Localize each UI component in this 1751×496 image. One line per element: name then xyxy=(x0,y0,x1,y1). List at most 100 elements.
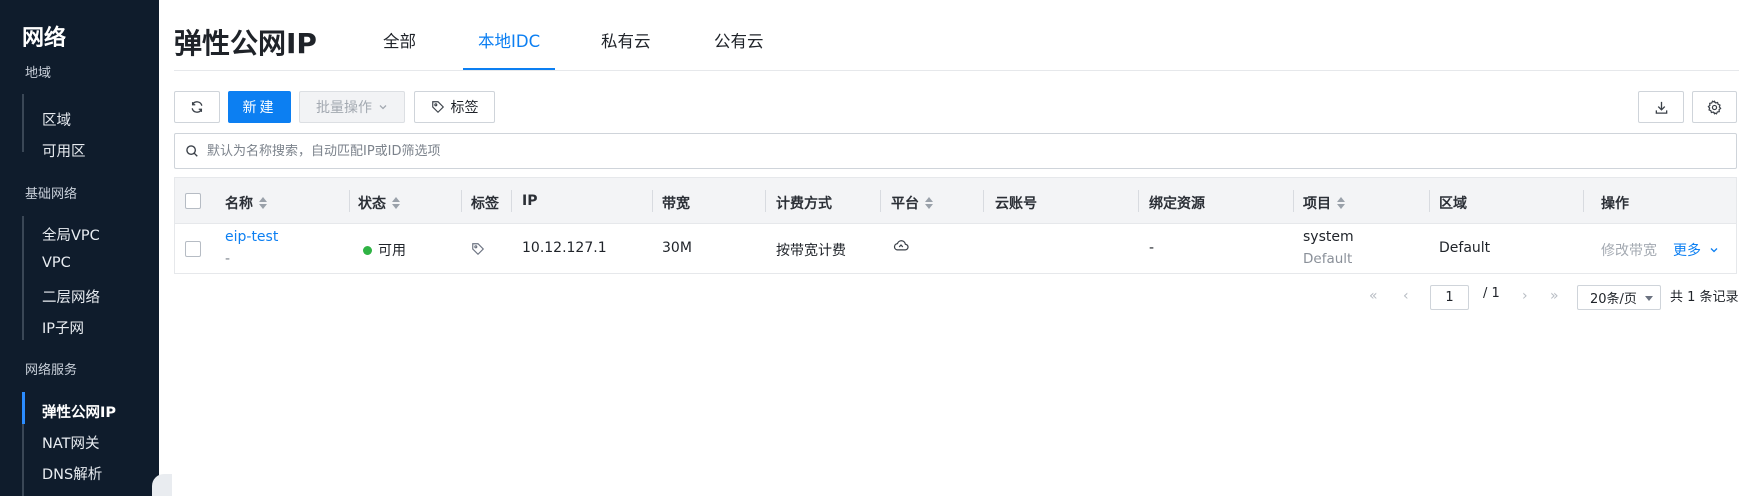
column-bandwidth: 带宽 xyxy=(662,196,690,212)
select-all-checkbox[interactable] xyxy=(185,193,201,209)
total-records: 共 1 条记录 xyxy=(1670,290,1739,305)
column-separator xyxy=(880,190,881,212)
sidebar-item-dns[interactable]: DNS解析 xyxy=(42,463,102,484)
sidebar-item-nat-gateway[interactable]: NAT网关 xyxy=(42,432,100,453)
column-separator xyxy=(1429,190,1430,212)
tab-all[interactable]: 全部 xyxy=(383,28,416,52)
sidebar-item-ip-subnet[interactable]: IP子网 xyxy=(42,317,84,338)
refresh-button[interactable] xyxy=(174,91,220,123)
sidebar-item-zone[interactable]: 区域 xyxy=(42,109,71,130)
column-separator xyxy=(1583,190,1584,212)
column-name-label: 名称 xyxy=(225,196,253,212)
batch-operation-label: 批量操作 xyxy=(316,100,372,116)
tab-private-cloud[interactable]: 私有云 xyxy=(601,28,651,52)
column-cloud-account: 云账号 xyxy=(995,196,1037,212)
column-platform[interactable]: 平台 xyxy=(891,193,933,213)
sidebar-group-basic-network: 基础网络 xyxy=(25,187,78,202)
last-page-icon[interactable]: » xyxy=(1550,288,1559,304)
sidebar-item-global-vpc[interactable]: 全局VPC xyxy=(42,224,100,245)
column-separator xyxy=(461,190,462,212)
column-separator xyxy=(511,190,512,212)
column-tag: 标签 xyxy=(471,196,499,212)
sidebar-collapse-handle[interactable] xyxy=(152,474,172,496)
column-actions: 操作 xyxy=(1601,196,1629,212)
region-cell: Default xyxy=(1439,240,1491,256)
sort-icon[interactable] xyxy=(1337,197,1345,209)
column-name[interactable]: 名称 xyxy=(225,193,267,213)
page-title: 弹性公网IP xyxy=(174,27,317,60)
tab-local-idc[interactable]: 本地IDC xyxy=(478,28,540,52)
cloud-platform-icon xyxy=(893,240,909,256)
chevron-down-icon xyxy=(1709,243,1719,259)
table-header: 名称 状态 标签 IP 带宽 计费方式 平台 云账号 绑定资源 项目 区域 操作 xyxy=(175,178,1736,224)
tag-button-label: 标签 xyxy=(450,100,479,116)
sidebar: 网络 地域 区域 可用区 基础网络 全局VPC VPC 二层网络 IP子网 网络… xyxy=(0,0,159,496)
sidebar-group-region: 地域 xyxy=(25,66,52,81)
settings-button[interactable] xyxy=(1692,91,1737,123)
row-checkbox[interactable] xyxy=(185,241,201,257)
total-pages: / 1 xyxy=(1483,286,1500,301)
sidebar-item-eip[interactable]: 弹性公网IP xyxy=(42,401,116,422)
sidebar-item-availability-zone[interactable]: 可用区 xyxy=(42,140,86,161)
first-page-icon[interactable]: « xyxy=(1369,288,1378,304)
next-page-icon[interactable]: › xyxy=(1522,288,1528,304)
column-separator xyxy=(1138,190,1139,212)
tag-icon xyxy=(431,100,445,114)
page-size-select[interactable]: 20条/页 xyxy=(1577,285,1661,310)
column-separator xyxy=(765,190,766,212)
tag-button[interactable]: 标签 xyxy=(414,91,495,123)
eip-name-link[interactable]: eip-test xyxy=(225,229,278,245)
status-cell: 可用 xyxy=(363,240,406,260)
sidebar-item-vpc[interactable]: VPC xyxy=(42,255,71,271)
modify-bandwidth-action[interactable]: 修改带宽 xyxy=(1601,240,1657,260)
platform-cell xyxy=(893,238,909,256)
sidebar-item-l2-network[interactable]: 二层网络 xyxy=(42,286,100,307)
gear-icon xyxy=(1707,99,1722,115)
column-separator xyxy=(983,190,984,212)
sort-icon[interactable] xyxy=(259,197,267,209)
column-separator xyxy=(652,190,653,212)
download-button[interactable] xyxy=(1638,91,1684,123)
column-region: 区域 xyxy=(1439,196,1467,212)
column-platform-label: 平台 xyxy=(891,196,919,212)
column-project[interactable]: 项目 xyxy=(1303,193,1345,213)
column-project-label: 项目 xyxy=(1303,196,1331,212)
tab-public-cloud[interactable]: 公有云 xyxy=(714,28,764,52)
sidebar-group-line xyxy=(22,216,24,340)
new-button[interactable]: 新建 xyxy=(228,91,291,123)
page-size-label: 20条/页 xyxy=(1590,292,1637,307)
billing-cell: 按带宽计费 xyxy=(776,243,846,259)
chevron-down-icon xyxy=(1645,296,1653,301)
bandwidth-cell: 30M xyxy=(662,240,692,256)
sort-icon[interactable] xyxy=(392,197,400,209)
status-dot-icon xyxy=(363,245,372,255)
search-bar[interactable] xyxy=(174,133,1737,169)
batch-operation-button[interactable]: 批量操作 xyxy=(299,91,405,123)
download-icon xyxy=(1654,100,1669,115)
eip-table: 名称 状态 标签 IP 带宽 计费方式 平台 云账号 绑定资源 项目 区域 操作… xyxy=(174,177,1737,274)
search-input[interactable] xyxy=(207,143,807,159)
sidebar-active-indicator xyxy=(22,392,25,424)
column-status-label: 状态 xyxy=(358,196,386,212)
header-divider xyxy=(174,70,1739,71)
more-actions-button[interactable]: 更多 xyxy=(1673,240,1719,260)
eip-name-sub: - xyxy=(225,251,231,267)
sidebar-title: 网络 xyxy=(22,26,67,51)
column-separator xyxy=(1293,190,1294,212)
ip-cell: 10.12.127.1 xyxy=(522,240,607,256)
sidebar-group-network-service: 网络服务 xyxy=(25,363,78,378)
page-number-input[interactable]: 1 xyxy=(1430,285,1469,310)
sort-icon[interactable] xyxy=(925,197,933,209)
column-billing: 计费方式 xyxy=(776,196,832,212)
more-actions-label: 更多 xyxy=(1673,243,1701,259)
row-tag-button[interactable] xyxy=(471,242,485,260)
column-bound-resource: 绑定资源 xyxy=(1149,196,1205,212)
prev-page-icon[interactable]: ‹ xyxy=(1403,288,1409,304)
sidebar-group-line xyxy=(22,94,24,152)
chevron-down-icon xyxy=(378,102,388,112)
tag-icon xyxy=(471,243,485,260)
project-cell: system xyxy=(1303,229,1354,245)
search-icon xyxy=(185,144,199,158)
column-status[interactable]: 状态 xyxy=(358,193,400,213)
refresh-icon xyxy=(190,100,204,114)
